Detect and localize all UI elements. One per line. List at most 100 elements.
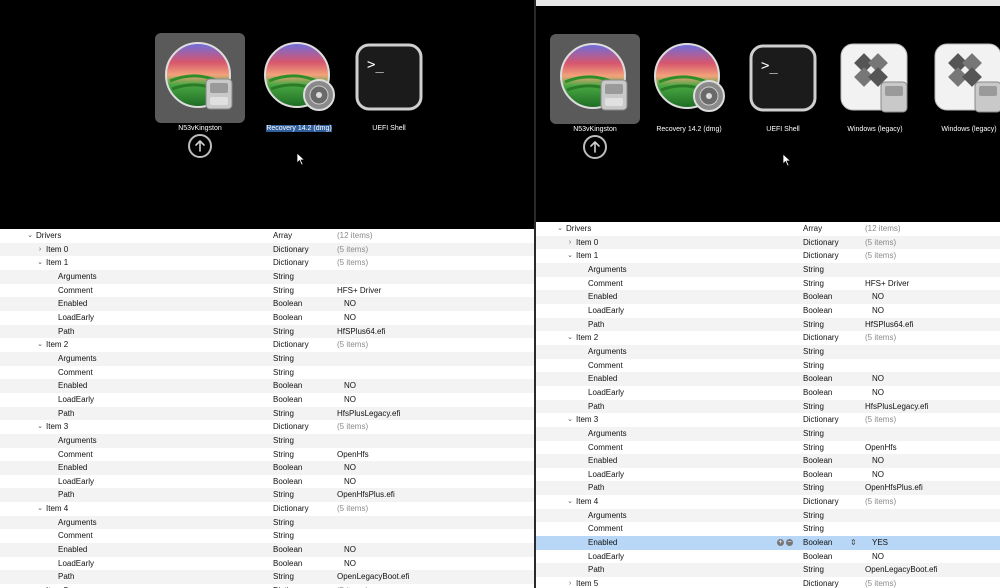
plist-value[interactable]: (5 items)	[337, 243, 368, 257]
chevron-right-icon[interactable]: ›	[566, 236, 574, 250]
boot-entry-recovery[interactable]: Recovery 14.2 (dmg)	[644, 34, 734, 154]
plist-row[interactable]: LoadEarly Boolean NO	[0, 311, 534, 325]
plist-row[interactable]: Enabled Boolean NO	[536, 372, 1000, 386]
plist-value[interactable]: HfSPlus64.efi	[337, 325, 385, 339]
plist-value[interactable]: (5 items)	[865, 577, 896, 588]
plist-row[interactable]: Enabled Boolean NO	[536, 290, 1000, 304]
plist-type[interactable]: Dictionary	[273, 584, 309, 588]
plist-type[interactable]: String	[273, 352, 294, 366]
plist-row[interactable]: Path String HfSPlus64.efi	[0, 324, 534, 339]
plist-value[interactable]: OpenLegacyBoot.efi	[865, 563, 938, 577]
plist-type[interactable]: String	[273, 407, 294, 421]
plist-row[interactable]: ⌄ Item 4 Dictionary (5 items)	[0, 502, 534, 516]
plist-type[interactable]: Boolean	[273, 311, 302, 325]
plist-type[interactable]: String	[803, 522, 824, 536]
plist-value[interactable]: HfsPlusLegacy.efi	[865, 400, 928, 414]
add-remove-controls[interactable]: + −	[777, 539, 793, 547]
plist-type[interactable]: Dictionary	[273, 338, 309, 352]
plist-row[interactable]: LoadEarly Boolean NO	[0, 475, 534, 489]
plist-value[interactable]: (5 items)	[865, 236, 896, 250]
plist-row[interactable]: Enabled + − ⇕ Boolean YES	[536, 536, 1000, 550]
plist-type[interactable]: Dictionary	[273, 502, 309, 516]
plist-type[interactable]: String	[803, 481, 824, 495]
plist-type[interactable]: Dictionary	[803, 577, 839, 588]
plist-type[interactable]: Array	[273, 229, 292, 243]
plist-row[interactable]: ⌄ Item 2 Dictionary (5 items)	[0, 338, 534, 352]
plist-type[interactable]: Dictionary	[273, 420, 309, 434]
plist-value[interactable]: OpenHfsPlus.efi	[865, 481, 923, 495]
remove-item-icon[interactable]: −	[786, 539, 793, 547]
plist-type[interactable]: Boolean	[803, 304, 832, 318]
chevron-down-icon[interactable]: ⌄	[556, 222, 564, 236]
boot-entry-windows-legacy-2[interactable]: Windows (legacy)	[924, 34, 1000, 154]
plist-row[interactable]: Path String OpenLegacyBoot.efi	[0, 570, 534, 585]
plist-row[interactable]: Enabled Boolean NO	[0, 461, 534, 475]
value-stepper-icon[interactable]: ⇕	[850, 536, 857, 550]
plist-value[interactable]: (5 items)	[865, 249, 896, 263]
plist-type[interactable]: Boolean	[273, 297, 302, 311]
plist-value[interactable]: HFS+ Driver	[865, 277, 909, 291]
chevron-down-icon[interactable]: ⌄	[36, 256, 44, 270]
plist-row[interactable]: ⌄ Drivers Array (12 items)	[536, 222, 1000, 236]
plist-type[interactable]: Dictionary	[803, 331, 839, 345]
plist-type[interactable]: Boolean	[273, 557, 302, 571]
plist-row[interactable]: ⌄ Item 4 Dictionary (5 items)	[536, 495, 1000, 509]
chevron-down-icon[interactable]: ⌄	[566, 413, 574, 427]
chevron-down-icon[interactable]: ⌄	[566, 331, 574, 345]
plist-row[interactable]: Path String OpenHfsPlus.efi	[0, 488, 534, 503]
chevron-down-icon[interactable]: ⌄	[566, 495, 574, 509]
plist-type[interactable]: Dictionary	[803, 236, 839, 250]
boot-arrow-up-button[interactable]	[583, 135, 607, 159]
plist-type[interactable]: String	[803, 427, 824, 441]
plist-row[interactable]: Path String HfsPlusLegacy.efi	[536, 399, 1000, 414]
plist-type[interactable]: Dictionary	[803, 249, 839, 263]
chevron-right-icon[interactable]: ›	[36, 243, 44, 257]
plist-type[interactable]: Boolean	[273, 393, 302, 407]
plist-row[interactable]: Arguments String	[536, 508, 1000, 523]
plist-value[interactable]: NO	[344, 461, 356, 475]
plist-value[interactable]: NO	[872, 386, 884, 400]
plist-value[interactable]: NO	[872, 372, 884, 386]
plist-type[interactable]: String	[273, 488, 294, 502]
plist-row[interactable]: Path String OpenHfsPlus.efi	[536, 481, 1000, 496]
plist-row[interactable]: Arguments String	[0, 269, 534, 284]
plist-value[interactable]: OpenHfs	[865, 441, 897, 455]
plist-type[interactable]: Boolean	[803, 290, 832, 304]
plist-row[interactable]: ⌄ Item 3 Dictionary (5 items)	[0, 420, 534, 434]
plist-type[interactable]: String	[273, 284, 294, 298]
plist-row[interactable]: Enabled Boolean NO	[0, 297, 534, 311]
plist-type[interactable]: String	[803, 263, 824, 277]
plist-row[interactable]: Comment String OpenHfs	[0, 448, 534, 462]
plist-type[interactable]: String	[803, 345, 824, 359]
plist-value[interactable]: (5 items)	[337, 502, 368, 516]
add-item-icon[interactable]: +	[777, 539, 784, 547]
plist-row[interactable]: Arguments String	[536, 262, 1000, 277]
plist-value[interactable]: HFS+ Driver	[337, 284, 381, 298]
chevron-right-icon[interactable]: ›	[36, 584, 44, 588]
plist-row[interactable]: ⌄ Drivers Array (12 items)	[0, 229, 534, 243]
plist-value[interactable]: (5 items)	[337, 420, 368, 434]
plist-value[interactable]: NO	[872, 468, 884, 482]
plist-value[interactable]: (5 items)	[865, 331, 896, 345]
plist-type[interactable]: String	[273, 448, 294, 462]
plist-type[interactable]: Dictionary	[273, 256, 309, 270]
plist-value[interactable]: NO	[344, 379, 356, 393]
plist-value[interactable]: YES	[872, 536, 888, 550]
plist-type[interactable]: Array	[803, 222, 822, 236]
plist-row[interactable]: ⌄ Item 1 Dictionary (5 items)	[536, 249, 1000, 263]
plist-row[interactable]: ›Item 5 Dictionary (5 items)	[536, 577, 1000, 588]
boot-entry-windows-legacy[interactable]: Windows (legacy)	[830, 34, 920, 154]
plist-type[interactable]: String	[273, 434, 294, 448]
boot-arrow-up-button[interactable]	[188, 134, 212, 158]
plist-row[interactable]: ⌄ Item 3 Dictionary (5 items)	[536, 413, 1000, 427]
plist-value[interactable]: (5 items)	[865, 413, 896, 427]
plist-row[interactable]: ⌄ Item 2 Dictionary (5 items)	[536, 331, 1000, 345]
plist-row[interactable]: Path String OpenLegacyBoot.efi	[536, 563, 1000, 578]
plist-row[interactable]: LoadEarly Boolean NO	[536, 468, 1000, 482]
plist-row[interactable]: Enabled Boolean NO	[536, 454, 1000, 468]
plist-row[interactable]: LoadEarly Boolean NO	[0, 393, 534, 407]
plist-type[interactable]: String	[803, 400, 824, 414]
plist-row[interactable]: Arguments String	[0, 433, 534, 448]
plist-value[interactable]: NO	[344, 311, 356, 325]
plist-value[interactable]: (5 items)	[337, 584, 368, 588]
